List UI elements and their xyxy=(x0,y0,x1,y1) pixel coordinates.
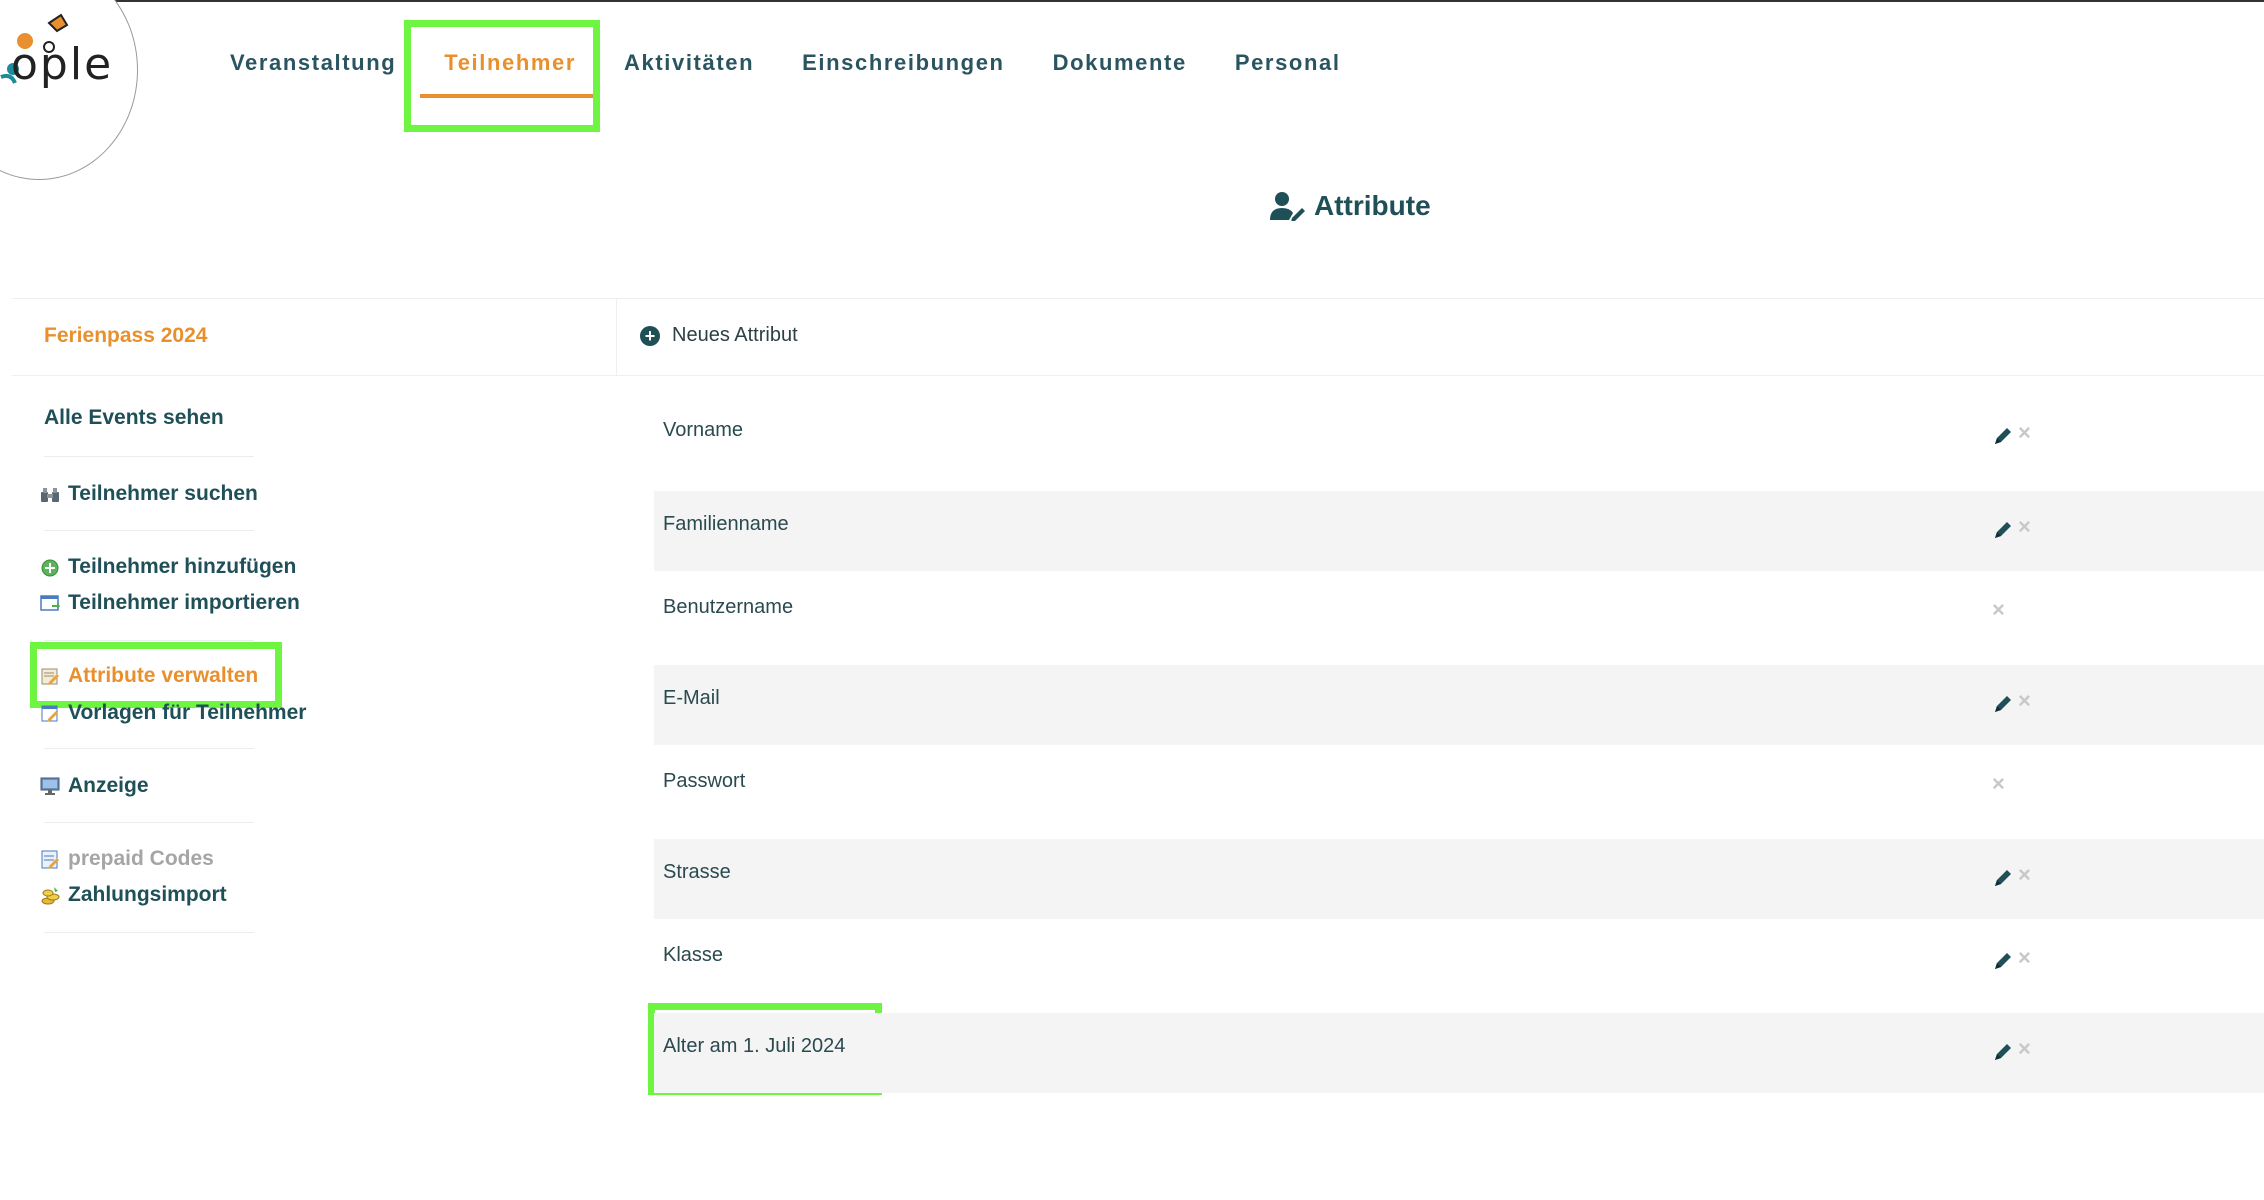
edit-list-icon xyxy=(41,668,59,685)
sidebar-item-label: Teilnehmer importieren xyxy=(68,591,300,614)
attribute-label: Strasse xyxy=(663,861,731,883)
import-window-icon xyxy=(40,595,60,611)
new-attribute-button[interactable]: + Neues Attribut xyxy=(640,324,798,347)
coins-icon xyxy=(41,887,60,905)
sidebar-item-label: Teilnehmer hinzufügen xyxy=(68,555,297,578)
attribute-row-vorname: Vorname × xyxy=(654,397,2264,477)
top-rule xyxy=(0,0,2264,2)
plus-circle-icon: + xyxy=(640,325,660,346)
template-edit-icon xyxy=(41,705,58,722)
sidebar-item-label: Teilnehmer suchen xyxy=(68,482,258,505)
attribute-label: E-Mail xyxy=(663,687,720,709)
sidebar-item-teilnehmer-suchen[interactable]: Teilnehmer suchen xyxy=(40,482,258,506)
logo-text: ople xyxy=(11,39,114,90)
nav-tab-dokumente[interactable]: Dokumente xyxy=(1053,50,1187,76)
pencil-icon[interactable] xyxy=(1992,950,2014,972)
user-edit-icon xyxy=(1270,192,1305,221)
attribute-row-strasse: Strasse × xyxy=(654,839,2264,919)
sidebar-separator xyxy=(44,456,254,457)
nav-tab-einschreibungen[interactable]: Einschreibungen xyxy=(802,50,1004,76)
attribute-row-passwort: Passwort × xyxy=(654,748,2264,828)
sidebar-item-zahlungsimport[interactable]: Zahlungsimport xyxy=(40,883,227,907)
delete-x-icon[interactable]: × xyxy=(2018,422,2031,444)
main-nav: Veranstaltung Teilnehmer Aktivitäten Ein… xyxy=(230,45,1389,98)
page-title: Attribute xyxy=(1270,190,1431,222)
sidebar-all-events[interactable]: Alle Events sehen xyxy=(44,406,224,430)
delete-x-icon[interactable]: × xyxy=(2018,864,2031,886)
attribute-label: Passwort xyxy=(663,770,746,792)
nav-tab-personal[interactable]: Personal xyxy=(1235,50,1341,76)
sidebar-separator xyxy=(44,640,254,641)
sidebar-item-vorlagen[interactable]: Vorlagen für Teilnehmer xyxy=(40,701,306,725)
nav-tab-aktivitaeten[interactable]: Aktivitäten xyxy=(624,50,754,76)
pencil-icon[interactable] xyxy=(1992,425,2014,447)
attribute-label: Vorname xyxy=(663,419,744,441)
sidebar-item-label: Anzeige xyxy=(68,774,149,797)
page-title-text: Attribute xyxy=(1314,190,1431,221)
sidebar-item-teilnehmer-hinzufuegen[interactable]: Teilnehmer hinzufügen xyxy=(40,555,296,579)
prepaid-card-icon xyxy=(41,850,59,869)
delete-x-icon[interactable]: × xyxy=(2018,1038,2031,1060)
sidebar-item-label: Attribute verwalten xyxy=(68,664,259,687)
sidebar-item-prepaid-codes: prepaid Codes xyxy=(40,847,214,871)
event-name[interactable]: Ferienpass 2024 xyxy=(44,324,207,348)
sidebar-item-label: Zahlungsimport xyxy=(68,883,227,906)
nav-tab-teilnehmer[interactable]: Teilnehmer xyxy=(420,50,600,98)
pencil-icon[interactable] xyxy=(1992,519,2014,541)
attribute-row-alter: Alter am 1. Juli 2024 × xyxy=(654,1013,2264,1093)
attribute-label: Familienname xyxy=(663,513,789,535)
header-strip xyxy=(12,298,2264,376)
pencil-icon[interactable] xyxy=(1992,693,2014,715)
add-circle-icon xyxy=(41,559,59,577)
sidebar-separator xyxy=(44,530,254,531)
logo[interactable]: ople xyxy=(0,0,138,180)
delete-x-icon[interactable]: × xyxy=(1992,599,2005,621)
attribute-label: Benutzername xyxy=(663,596,794,618)
sidebar-item-anzeige[interactable]: Anzeige xyxy=(40,774,149,798)
attribute-row-benutzername: Benutzername × xyxy=(654,574,2264,654)
delete-x-icon[interactable]: × xyxy=(1992,773,2005,795)
sidebar-item-label: Vorlagen für Teilnehmer xyxy=(68,701,307,724)
sidebar-separator xyxy=(44,822,254,823)
nav-tab-veranstaltung[interactable]: Veranstaltung xyxy=(230,50,396,76)
new-attribute-label: Neues Attribut xyxy=(672,324,798,346)
sidebar-item-label: prepaid Codes xyxy=(68,847,214,870)
pencil-icon[interactable] xyxy=(1992,1041,2014,1063)
attribute-label: Klasse xyxy=(663,944,724,966)
sidebar-separator xyxy=(44,748,254,749)
attribute-label: Alter am 1. Juli 2024 xyxy=(663,1035,846,1057)
delete-x-icon[interactable]: × xyxy=(2018,690,2031,712)
delete-x-icon[interactable]: × xyxy=(2018,516,2031,538)
attribute-row-email: E-Mail × xyxy=(654,665,2264,745)
header-divider xyxy=(616,298,617,376)
attribute-row-familienname: Familienname × xyxy=(654,491,2264,571)
sidebar-item-teilnehmer-importieren[interactable]: Teilnehmer importieren xyxy=(40,591,300,615)
sidebar-item-attribute-verwalten[interactable]: Attribute verwalten xyxy=(40,664,258,688)
attribute-row-klasse: Klasse × xyxy=(654,922,2264,1002)
logo-graphic-icon xyxy=(0,13,69,84)
delete-x-icon[interactable]: × xyxy=(2018,947,2031,969)
pencil-icon[interactable] xyxy=(1992,867,2014,889)
binoculars-icon xyxy=(41,488,59,502)
sidebar-separator xyxy=(44,932,254,933)
monitor-icon xyxy=(40,777,60,795)
